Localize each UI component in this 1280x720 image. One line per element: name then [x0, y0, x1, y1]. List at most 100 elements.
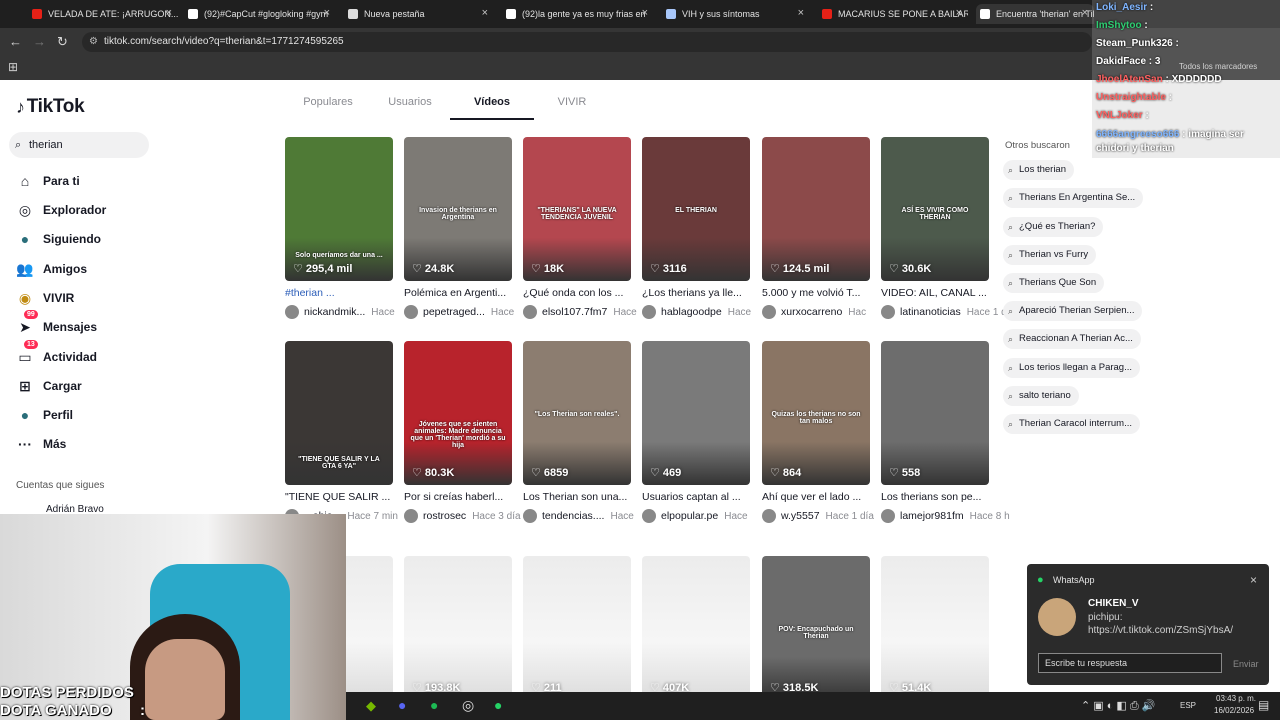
sidebar-item[interactable]: ▭ 13 Actividad	[16, 340, 97, 368]
video-card[interactable]: ♡ 193.8K	[404, 556, 512, 700]
sidebar-item[interactable]: ● Perfil	[16, 404, 73, 426]
video-author[interactable]: tendencias.... Hace	[523, 509, 643, 523]
browser-tab[interactable]: VIH y sus síntomas ×	[662, 4, 810, 24]
close-tab-icon[interactable]: ×	[798, 7, 804, 19]
video-author[interactable]: elsol107.7fm7 Hace	[523, 305, 643, 319]
video-card[interactable]: "THERIANS" LA NUEVA TENDENCIA JUVENIL ♡ 1…	[523, 137, 631, 281]
spotify-icon[interactable]: ●	[430, 697, 438, 713]
search-input[interactable]: ⌕ therian	[9, 132, 149, 158]
video-card[interactable]: ASÍ ES VIVIR COMO THERIAN ♡ 30.6K	[881, 137, 989, 281]
video-card[interactable]: Invasion de therians en Argentina ♡ 24.8K	[404, 137, 512, 281]
related-search-chip[interactable]: ⌕ Therians En Argentina Se...	[1003, 188, 1144, 208]
video-caption[interactable]: #therian ...	[285, 287, 395, 299]
search-tab[interactable]: Vídeos	[450, 96, 534, 120]
video-author[interactable]: pepetraged... Hace	[404, 305, 524, 319]
sidebar-item[interactable]: ⌂ Para ti	[16, 170, 80, 192]
video-caption[interactable]: "TIENE QUE SALIR ...	[285, 491, 395, 503]
video-author[interactable]: w.y5557 Hace 1 día	[762, 509, 882, 523]
video-card[interactable]: ♡ 211	[523, 556, 631, 700]
video-card[interactable]: ♡ 469	[642, 341, 750, 485]
close-tab-icon[interactable]: ×	[324, 7, 330, 19]
discord-icon[interactable]: ●	[398, 697, 406, 713]
steam-icon[interactable]: ◎	[462, 697, 474, 714]
video-author[interactable]: lamejor981fm Hace 8 h	[881, 509, 1010, 523]
related-search-chip[interactable]: ⌕ Therian Caracol interrum...	[1003, 414, 1140, 434]
sidebar-item[interactable]: ● Siguiendo	[16, 228, 101, 250]
video-card[interactable]: Quizas los therians no son tan malos ♡ 86…	[762, 341, 870, 485]
forward-icon[interactable]: →	[33, 34, 46, 49]
close-tab-icon[interactable]: ×	[642, 7, 648, 19]
video-caption[interactable]: Ahí que ver el lado ...	[762, 491, 872, 503]
video-card[interactable]: "Los Therian son reales". ♡ 6859	[523, 341, 631, 485]
video-card[interactable]: ♡ 124.5 mil	[762, 137, 870, 281]
search-tab[interactable]: Usuarios	[370, 96, 450, 120]
video-author[interactable]: rostrosec Hace 3 día	[404, 509, 524, 523]
related-search-chip[interactable]: ⌕ Reaccionan A Therian Ac...	[1003, 329, 1141, 349]
reply-input[interactable]: Escribe tu respuesta	[1038, 653, 1222, 673]
browser-tab[interactable]: Nueva pestaña ×	[344, 4, 494, 24]
video-caption[interactable]: ¿Los therians ya lle...	[642, 287, 752, 299]
video-author[interactable]: hablagoodpe Hace	[642, 305, 762, 319]
related-search-chip[interactable]: ⌕ ¿Qué es Therian?	[1003, 217, 1104, 237]
browser-tab[interactable]: Encuentra 'therian' en TikTok×	[976, 4, 1094, 24]
clock-time[interactable]: 03:43 p. m.	[1216, 694, 1256, 703]
video-card[interactable]: ♡ 51.4K	[881, 556, 989, 700]
video-caption[interactable]: Por si creías haberl...	[404, 491, 514, 503]
related-search-chip[interactable]: ⌕ Therians Que Son	[1003, 273, 1105, 293]
close-tab-icon[interactable]: ×	[482, 7, 488, 19]
video-card[interactable]: ♡ 407K	[642, 556, 750, 700]
video-caption[interactable]: Usuarios captan al ...	[642, 491, 752, 503]
sidebar-item[interactable]: ··· Más	[16, 433, 66, 455]
video-card[interactable]: POV: Encapuchado un Therian ♡ 318.5K	[762, 556, 870, 700]
video-author[interactable]: xurxocarreno Hac	[762, 305, 882, 319]
sidebar-item[interactable]: ➤ 99 Mensajes	[16, 310, 97, 338]
site-info-icon[interactable]: ⚙	[89, 32, 98, 52]
related-search-chip[interactable]: ⌕ Therian vs Furry	[1003, 245, 1097, 265]
video-caption[interactable]: VIDEO: AIL, CANAL ...	[881, 287, 991, 299]
back-icon[interactable]: ←	[9, 34, 22, 49]
tiktok-logo[interactable]: ♪ TikTok	[16, 96, 85, 118]
whatsapp-taskbar-icon[interactable]: ●	[494, 697, 502, 713]
video-caption[interactable]: Los Therian son una...	[523, 491, 633, 503]
video-author[interactable]: elpopular.pe Hace	[642, 509, 762, 523]
video-caption[interactable]: 5.000 y me volvió T...	[762, 287, 872, 299]
send-button[interactable]: Enviar	[1233, 659, 1259, 669]
related-search-chip[interactable]: ⌕ Los therian	[1003, 160, 1075, 180]
reload-icon[interactable]: ↻	[57, 34, 68, 50]
sidebar-item[interactable]: ⊞ Cargar	[16, 375, 82, 397]
related-search-chip[interactable]: ⌕ Los terios llegan a Parag...	[1003, 358, 1141, 378]
close-tab-icon[interactable]: ×	[956, 7, 962, 19]
browser-tab[interactable]: MACARIUS SE PONE A BAILAR ×	[818, 4, 968, 24]
video-card[interactable]: EL THERIAN ♡ 3116	[642, 137, 750, 281]
sidebar-item[interactable]: 👥 Amigos	[16, 258, 87, 280]
tray-icons[interactable]: ⌃ ▣ ◐ ◧ ⎙ 🔊	[1081, 699, 1155, 713]
apps-grid-icon[interactable]: ⊞	[8, 60, 18, 74]
video-author[interactable]: latinanoticias Hace 1 d	[881, 305, 1007, 319]
browser-tab[interactable]: (92)la gente ya es muy frias en ×	[502, 4, 654, 24]
close-tab-icon[interactable]: ×	[166, 7, 172, 19]
video-card[interactable]: ♡ 558	[881, 341, 989, 485]
nvidia-icon[interactable]: ◆	[366, 698, 376, 714]
search-tab[interactable]: VIVIR	[534, 96, 610, 120]
close-tab-icon[interactable]: ×	[1082, 7, 1088, 19]
sidebar-item[interactable]: ◎ Explorador	[16, 199, 106, 221]
related-search-chip[interactable]: ⌕ Apareció Therian Serpien...	[1003, 301, 1143, 321]
clock-date[interactable]: 16/02/2026	[1214, 706, 1254, 715]
notifications-icon[interactable]: ▤	[1258, 698, 1269, 712]
sidebar-item[interactable]: ◉ VIVIR	[16, 287, 74, 309]
url-field[interactable]: ⚙ tiktok.com/search/video?q=therian&t=17…	[82, 32, 1092, 52]
whatsapp-notification[interactable]: ● WhatsApp × CHIKEN_V pichipu: https://v…	[1027, 564, 1269, 685]
video-caption[interactable]: Los therians son pe...	[881, 491, 991, 503]
video-caption[interactable]: Polémica en Argenti...	[404, 287, 514, 299]
search-tab[interactable]: Populares	[286, 96, 370, 120]
language-indicator[interactable]: ESP	[1180, 701, 1196, 710]
video-caption[interactable]: ¿Qué onda con los ...	[523, 287, 633, 299]
video-card[interactable]: "TIENE QUE SALIR Y LA GTA 6 YA"	[285, 341, 393, 485]
video-card[interactable]: Solo queríamos dar una ... ♡ 295,4 mil	[285, 137, 393, 281]
close-notification-icon[interactable]: ×	[1250, 573, 1257, 587]
related-search-chip[interactable]: ⌕ salto teriano	[1003, 386, 1079, 406]
browser-tab[interactable]: VELADA DE ATE: ¡ARRUGON... ×	[28, 4, 178, 24]
browser-tab[interactable]: (92)#CapCut #glogloking #gym ×	[184, 4, 336, 24]
video-author[interactable]: nickandmik... Hace	[285, 305, 405, 319]
video-card[interactable]: Jóvenes que se sienten animales: Madre d…	[404, 341, 512, 485]
